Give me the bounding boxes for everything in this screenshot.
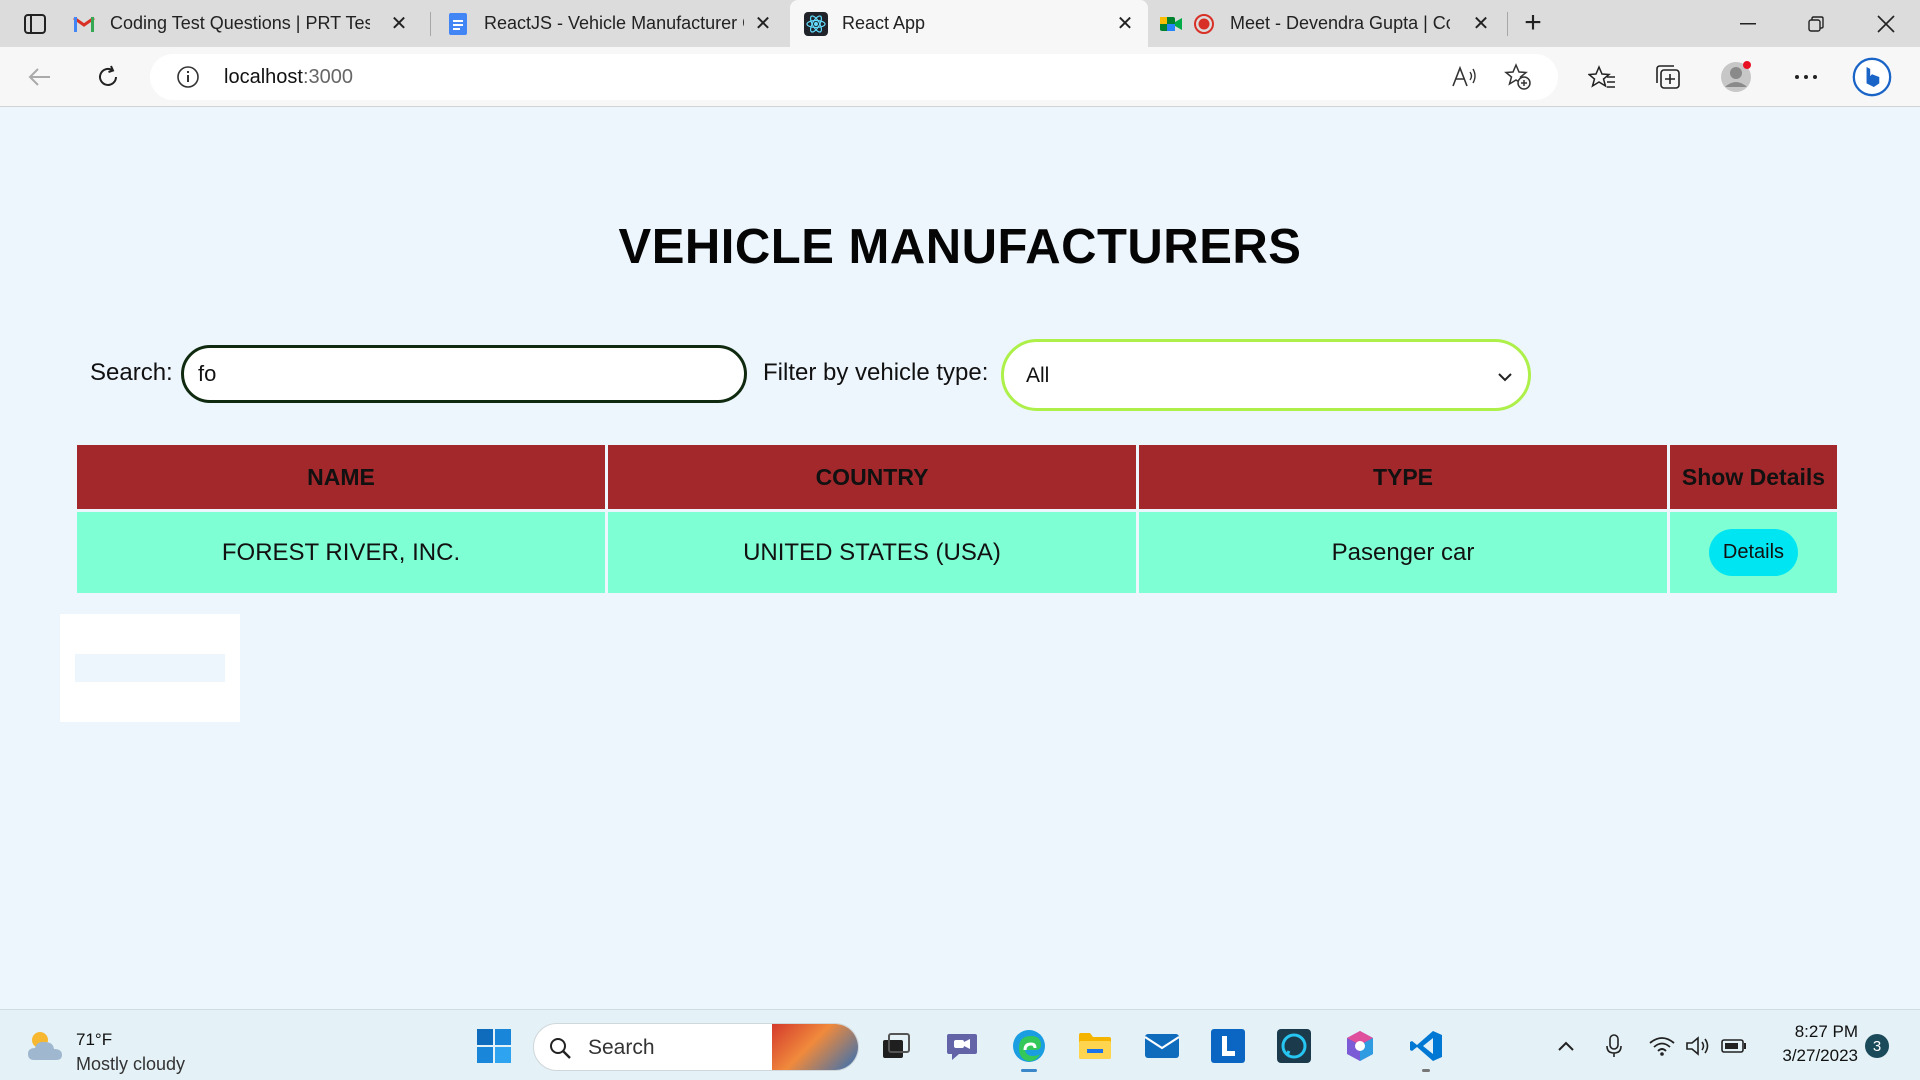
windows-start-icon[interactable] bbox=[472, 1024, 516, 1068]
browser-tab-strip: Coding Test Questions | PRT Test ✕ React… bbox=[0, 0, 1920, 47]
more-menu-icon[interactable] bbox=[1786, 57, 1826, 97]
volume-icon[interactable] bbox=[1684, 1032, 1712, 1060]
weather-temperature: 71°F bbox=[76, 1030, 113, 1049]
close-tab-icon[interactable]: ✕ bbox=[1470, 12, 1492, 35]
taskbar-search[interactable]: Search bbox=[533, 1023, 859, 1071]
search-input[interactable] bbox=[181, 345, 747, 403]
blank-panel-bar bbox=[75, 654, 225, 682]
tab-divider bbox=[430, 12, 431, 36]
url-text: localhost:3000 bbox=[224, 66, 353, 89]
tab-react-app[interactable]: React App ✕ bbox=[790, 0, 1148, 47]
clock-time: 8:27 PM bbox=[1794, 1022, 1858, 1041]
linkedin-learning-icon[interactable] bbox=[1206, 1024, 1250, 1068]
mail-icon[interactable] bbox=[1140, 1024, 1184, 1068]
search-placeholder: Search bbox=[588, 1036, 655, 1059]
details-button[interactable]: Details bbox=[1708, 529, 1799, 576]
tab-coding-test[interactable]: Coding Test Questions | PRT Test ✕ bbox=[72, 0, 422, 47]
site-info-icon[interactable] bbox=[176, 65, 200, 89]
alexa-icon[interactable] bbox=[1272, 1024, 1316, 1068]
weather-widget[interactable]: 71°F Mostly cloudy bbox=[22, 1018, 222, 1074]
search-highlight-image bbox=[772, 1024, 858, 1070]
address-bar[interactable]: localhost:3000 bbox=[150, 54, 1558, 100]
profile-avatar-icon[interactable] bbox=[1716, 57, 1756, 97]
close-tab-icon[interactable]: ✕ bbox=[388, 12, 410, 35]
url-port: :3000 bbox=[302, 66, 353, 88]
restore-icon[interactable] bbox=[1782, 0, 1850, 47]
blank-panel bbox=[60, 614, 240, 722]
tab-title: ReactJS - Vehicle Manufacturer C bbox=[484, 13, 744, 33]
wifi-icon[interactable] bbox=[1648, 1032, 1676, 1060]
read-aloud-icon[interactable] bbox=[1450, 63, 1478, 91]
active-app-indicator bbox=[1021, 1069, 1037, 1072]
back-arrow-icon[interactable] bbox=[20, 57, 60, 97]
system-clock[interactable]: 8:27 PM 3/27/2023 bbox=[1770, 1020, 1858, 1068]
tab-actions-icon[interactable] bbox=[16, 10, 54, 38]
table-row: FOREST RIVER, INC. UNITED STATES (USA) P… bbox=[77, 512, 1837, 593]
docs-icon bbox=[446, 12, 470, 36]
vehicle-type-select[interactable]: All bbox=[1001, 339, 1531, 411]
chevron-up-icon[interactable] bbox=[1552, 1032, 1580, 1060]
search-label: Search: bbox=[90, 359, 173, 386]
header-country: COUNTRY bbox=[608, 445, 1136, 509]
running-app-indicator bbox=[1422, 1069, 1430, 1072]
meet-icon bbox=[1160, 12, 1184, 36]
tab-title: React App bbox=[842, 13, 926, 33]
microsoft-365-icon[interactable] bbox=[1338, 1024, 1382, 1068]
task-view-icon[interactable] bbox=[874, 1024, 918, 1068]
search-icon bbox=[548, 1036, 572, 1060]
collections-icon[interactable] bbox=[1648, 57, 1688, 97]
favorites-icon[interactable] bbox=[1582, 57, 1622, 97]
cell-country: UNITED STATES (USA) bbox=[608, 512, 1136, 593]
tab-reactjs-doc[interactable]: ReactJS - Vehicle Manufacturer C ✕ bbox=[446, 0, 786, 47]
close-tab-icon[interactable]: ✕ bbox=[752, 12, 774, 35]
cell-type: Pasenger car bbox=[1139, 512, 1667, 593]
cell-name: FOREST RIVER, INC. bbox=[77, 512, 605, 593]
page-title: VEHICLE MANUFACTURERS bbox=[618, 220, 1302, 274]
react-icon bbox=[804, 11, 828, 36]
clock-date: 3/27/2023 bbox=[1782, 1046, 1858, 1065]
notification-badge[interactable]: 3 bbox=[1865, 1034, 1889, 1058]
table-header-row: NAME COUNTRY TYPE Show Details bbox=[77, 445, 1837, 509]
page-content: VEHICLE MANUFACTURERS Search: Filter by … bbox=[0, 107, 1920, 1009]
cloudy-weather-icon bbox=[26, 1028, 66, 1064]
tab-meet[interactable]: Meet - Devendra Gupta | Co ✕ bbox=[1160, 0, 1504, 47]
chevron-down-icon bbox=[1496, 368, 1514, 386]
add-favorite-icon[interactable] bbox=[1504, 63, 1532, 91]
vscode-icon[interactable] bbox=[1404, 1024, 1448, 1072]
file-explorer-icon[interactable] bbox=[1073, 1024, 1117, 1068]
refresh-icon[interactable] bbox=[88, 57, 128, 97]
windows-taskbar: 71°F Mostly cloudy Search 8:27 PM 3/27/2… bbox=[0, 1009, 1920, 1080]
gmail-icon bbox=[72, 12, 96, 36]
header-type: TYPE bbox=[1139, 445, 1667, 509]
tab-title: Coding Test Questions | PRT Test bbox=[110, 13, 370, 33]
cell-action: Details bbox=[1670, 512, 1837, 593]
tab-title: Meet - Devendra Gupta | Co bbox=[1230, 13, 1450, 33]
close-tab-icon[interactable]: ✕ bbox=[1114, 12, 1136, 35]
edge-browser-icon[interactable] bbox=[1007, 1024, 1051, 1072]
bing-copilot-icon[interactable] bbox=[1852, 57, 1892, 97]
filter-label: Filter by vehicle type: bbox=[763, 359, 989, 386]
minimize-icon[interactable] bbox=[1714, 0, 1782, 47]
teams-chat-icon[interactable] bbox=[940, 1024, 984, 1068]
close-window-icon[interactable] bbox=[1852, 0, 1920, 47]
battery-icon[interactable] bbox=[1720, 1032, 1748, 1060]
header-show-details: Show Details bbox=[1670, 445, 1837, 509]
url-host: localhost bbox=[224, 66, 303, 88]
recording-icon bbox=[1192, 12, 1216, 36]
manufacturers-table: NAME COUNTRY TYPE Show Details FOREST RI… bbox=[74, 442, 1840, 596]
tab-divider bbox=[1507, 12, 1508, 36]
browser-toolbar: localhost:3000 bbox=[0, 47, 1920, 107]
new-tab-icon[interactable]: + bbox=[1516, 6, 1550, 40]
weather-condition: Mostly cloudy bbox=[76, 1054, 186, 1074]
selected-vehicle-type: All bbox=[1026, 364, 1050, 387]
header-name: NAME bbox=[77, 445, 605, 509]
microphone-icon[interactable] bbox=[1600, 1032, 1628, 1060]
